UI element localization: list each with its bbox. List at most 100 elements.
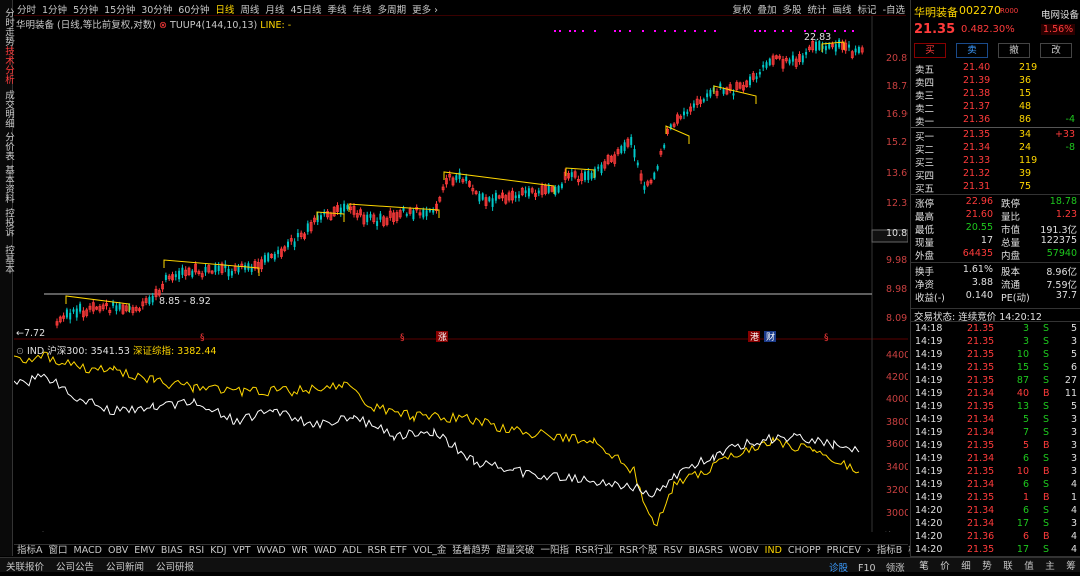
tick-price: 21.35 [967, 440, 995, 451]
ind-tab-11[interactable]: WAD [311, 545, 340, 557]
tab-basics[interactable]: 控基本 [0, 245, 14, 274]
period-6[interactable]: 日线 [212, 0, 237, 16]
price-tick: 12.32 [886, 198, 908, 209]
ind-tab-18[interactable]: RSR行业 [572, 545, 616, 557]
tool-6[interactable]: -自选 [880, 0, 908, 16]
ind-tab-17[interactable]: 一阳指 [537, 545, 572, 557]
ind-tab-26[interactable]: › [864, 545, 874, 557]
bids-price[interactable]: 21.34 [963, 142, 990, 153]
modify-button[interactable]: 改 [1040, 43, 1072, 58]
asks-price[interactable]: 21.40 [963, 62, 990, 73]
tool-5[interactable]: 标记 [855, 0, 880, 16]
ind-tab-1[interactable]: 窗口 [46, 545, 71, 557]
ind-tab-24[interactable]: CHOPP [785, 545, 824, 557]
panel-tab-1[interactable]: 价 [936, 558, 954, 572]
tool-3[interactable]: 统计 [805, 0, 830, 16]
tool-0[interactable]: 复权 [729, 0, 754, 16]
tick-volume: 6 [1022, 453, 1029, 464]
ind-tab-14[interactable]: VOL_金 [410, 545, 449, 557]
candle-body [815, 41, 817, 51]
asks-price[interactable]: 21.38 [963, 88, 990, 99]
status-right-0[interactable]: 诊股 [824, 559, 853, 575]
ind-tab-27[interactable]: 指标B [874, 545, 906, 557]
period-5[interactable]: 60分钟 [175, 0, 212, 16]
asks-price[interactable]: 21.36 [963, 114, 990, 125]
ind-tab-9[interactable]: WVAD [254, 545, 289, 557]
tick-count: 4 [1070, 479, 1077, 490]
panel-tab-4[interactable]: 联 [999, 558, 1017, 572]
panel-tab-6[interactable]: 主 [1041, 558, 1059, 572]
indicator-axis: 4400 4200 4000 3800 3600 3400 3200 3000 [886, 350, 908, 519]
ind-tab-7[interactable]: KDJ [207, 545, 229, 557]
tab-trade-detail[interactable]: 成交明细 [0, 90, 14, 128]
asks-volume: 36 [1019, 75, 1032, 86]
kline-chart[interactable]: 20.87 18.78 16.90 15.21 13.69 12.32 10.85 9.98 8… [14, 16, 908, 532]
bids-price[interactable]: 21.31 [963, 181, 990, 192]
panel-tab-5[interactable]: 值 [1020, 558, 1038, 572]
tool-4[interactable]: 画线 [830, 0, 855, 16]
panel-tab-2[interactable]: 细 [957, 558, 975, 572]
ind-tab-0[interactable]: 指标A [14, 545, 46, 557]
period-13[interactable]: 更多 › [409, 0, 441, 16]
ind-tab-10[interactable]: WR [289, 545, 311, 557]
tick-volume: 15 [1016, 362, 1029, 373]
panel-tab-3[interactable]: 势 [978, 558, 996, 572]
ind-tab-25[interactable]: PRICEV [824, 545, 864, 557]
dropdown-icon[interactable]: ⊙ [16, 346, 24, 357]
ind-tab-2[interactable]: MACD [71, 545, 105, 557]
period-7[interactable]: 周线 [237, 0, 262, 16]
ind-tab-4[interactable]: EMV [131, 545, 158, 557]
period-10[interactable]: 季线 [325, 0, 350, 16]
sell-button[interactable]: 卖 [956, 43, 988, 58]
period-4[interactable]: 30分钟 [138, 0, 175, 16]
ind-tab-6[interactable]: RSI [186, 545, 207, 557]
tick-time: 14:20 [915, 518, 943, 529]
tab-technical-analysis[interactable]: 技术分析 [0, 46, 14, 84]
cancel-button[interactable]: 撤 [998, 43, 1030, 58]
tool-1[interactable]: 叠加 [754, 0, 779, 16]
period-11[interactable]: 年线 [350, 0, 375, 16]
price-tick: 8.09 [886, 313, 907, 324]
ind-tab-23[interactable]: IND [762, 545, 785, 557]
ind-tab-12[interactable]: ADL [339, 545, 364, 557]
ind-tab-15[interactable]: 猛着趋势 [449, 545, 493, 557]
stat-value: 20.55 [965, 222, 993, 233]
tab-basic-info[interactable]: 基本资料 [0, 165, 14, 203]
x-axis: 2023年345678910111212024/01/19/五 3456 [16, 531, 50, 532]
ind-tab-5[interactable]: BIAS [158, 545, 186, 557]
bids-price[interactable]: 21.32 [963, 168, 990, 179]
buy-button[interactable]: 买 [914, 43, 946, 58]
ind-tab-8[interactable]: VPT [230, 545, 254, 557]
tab-price-table[interactable]: 分价表 [0, 132, 14, 161]
bids-price[interactable]: 21.33 [963, 155, 990, 166]
tab-timeshare[interactable]: 分时走势 [0, 8, 14, 46]
ind-tab-20[interactable]: RSV [660, 545, 685, 557]
ind-tab-3[interactable]: OBV [105, 545, 131, 557]
stat-value: 3.88 [971, 277, 993, 288]
bids-price[interactable]: 21.35 [963, 129, 990, 140]
tool-2[interactable]: 多股 [780, 0, 805, 16]
panel-tab-0[interactable]: 笔 [915, 558, 933, 572]
panel-tab-7[interactable]: 筹 [1062, 558, 1080, 572]
period-0[interactable]: 分时 [14, 0, 39, 16]
ind-tab-22[interactable]: WOBV [726, 545, 762, 557]
candle-body [656, 166, 659, 170]
asks-price[interactable]: 21.39 [963, 75, 990, 86]
asks-price[interactable]: 21.37 [963, 101, 990, 112]
period-12[interactable]: 多周期 [375, 0, 410, 16]
ind-tab-13[interactable]: RSR ETF [365, 545, 411, 557]
tab-complaint[interactable]: 控投诉 [0, 208, 14, 237]
stat-label: 市值 [1001, 225, 1021, 236]
period-8[interactable]: 月线 [262, 0, 287, 16]
status-right-1[interactable]: F10 [853, 562, 881, 575]
ind-tab-19[interactable]: RSR个股 [616, 545, 660, 557]
period-1[interactable]: 1分钟 [39, 0, 70, 16]
ind-tab-16[interactable]: 超量突破 [493, 545, 537, 557]
ind-tab-21[interactable]: BIASRS [686, 545, 726, 557]
price-tick: 8.98 [886, 284, 907, 295]
status-right-2[interactable]: 领涨 [881, 559, 910, 575]
signal-dot [790, 30, 792, 32]
period-9[interactable]: 45日线 [287, 0, 324, 16]
period-3[interactable]: 15分钟 [101, 0, 138, 16]
period-2[interactable]: 5分钟 [70, 0, 101, 16]
